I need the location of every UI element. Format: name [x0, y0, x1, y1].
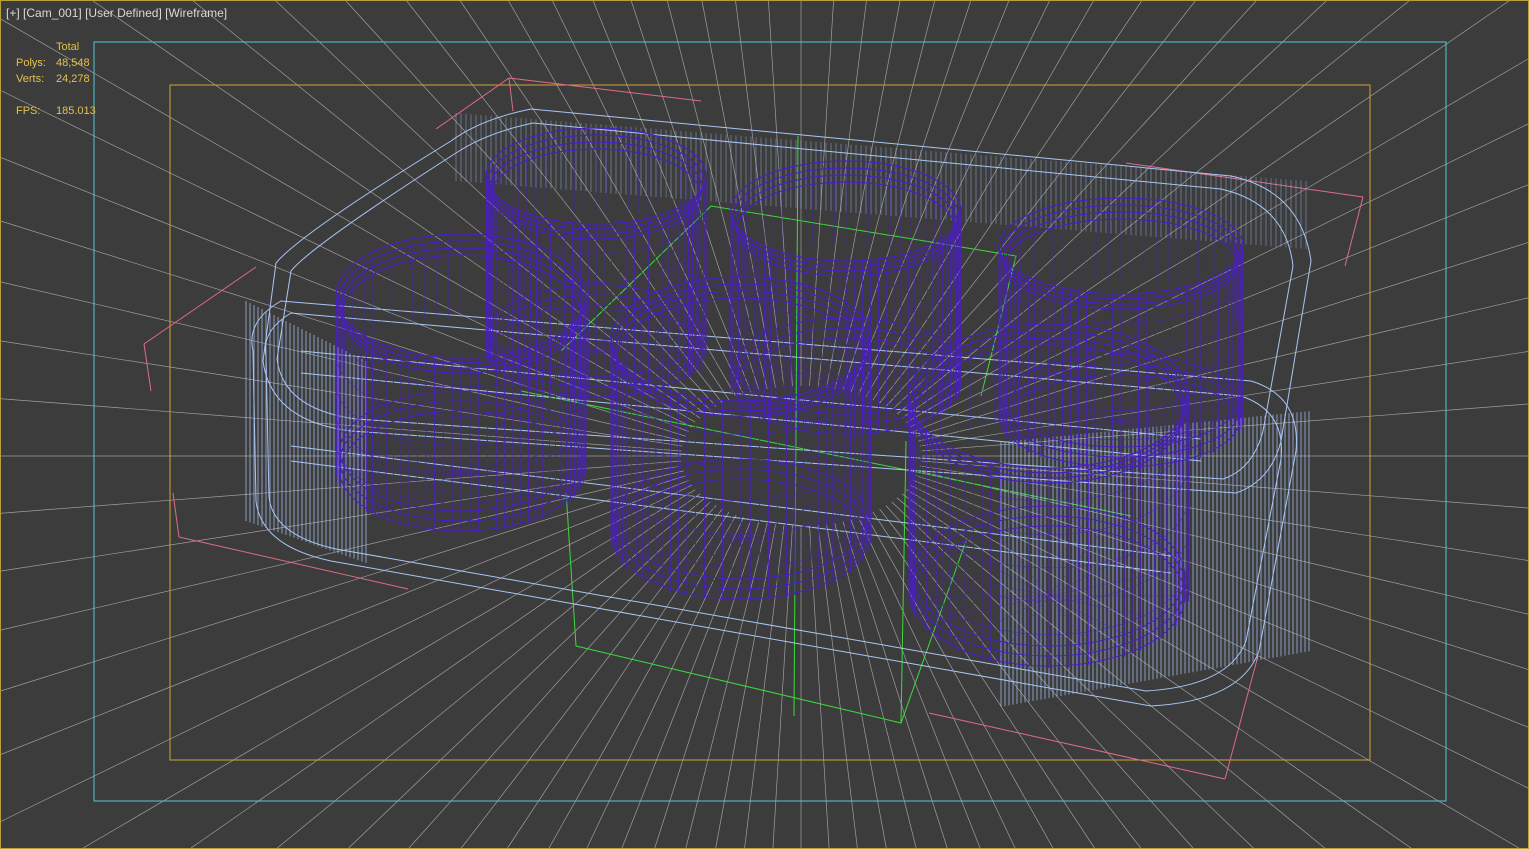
wireframe-scene[interactable] — [1, 1, 1528, 848]
viewport-statistics: Total Polys: 48,548 Verts: 24,278 FPS: 1… — [16, 39, 116, 119]
cup-1-wireframe-icon — [485, 127, 707, 399]
tray-ring-4 — [300, 350, 1202, 440]
stats-polys-value: 48,548 — [56, 57, 90, 69]
stats-verts-value: 24,278 — [56, 73, 90, 85]
stats-header: Total — [56, 41, 80, 53]
viewport-shading-menu[interactable]: [Wireframe] — [165, 6, 227, 20]
stats-fps-value: 185.013 — [56, 105, 96, 117]
cup-4-wireframe-icon — [335, 233, 587, 533]
stats-polys-label: Polys: — [16, 57, 46, 69]
perspective-guide-lines — [1, 1, 1528, 848]
stats-fps-label: FPS: — [16, 105, 41, 117]
cup-wireframes — [335, 127, 1244, 668]
viewport-view-mode-menu[interactable]: [User Defined] — [85, 6, 162, 20]
viewport-label-bar: [+] [Cam_001] [User Defined] [Wireframe] — [6, 6, 227, 20]
camera-viewport[interactable]: [+] [Cam_001] [User Defined] [Wireframe]… — [0, 0, 1529, 849]
viewport-camera-menu[interactable]: [Cam_001] — [23, 6, 82, 20]
tray-ring-1 — [276, 122, 1294, 480]
stats-verts-label: Verts: — [16, 73, 45, 85]
viewport-plus-menu[interactable]: [+] — [6, 6, 20, 20]
